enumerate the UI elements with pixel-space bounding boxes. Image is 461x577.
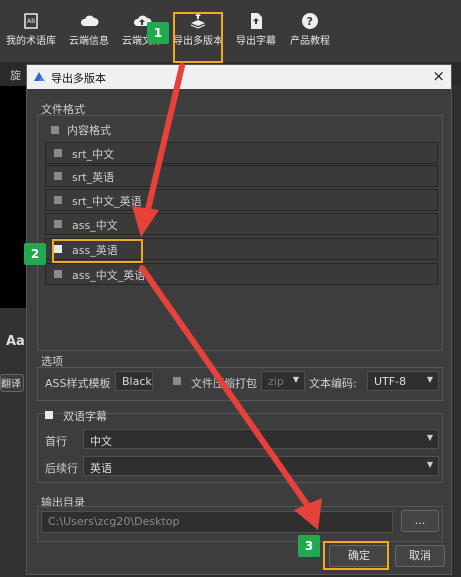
arrow-head-1 (132, 206, 159, 237)
step-badge-3: 3 (298, 535, 320, 557)
arrow-line-1 (142, 63, 185, 225)
step-badge-2: 2 (24, 243, 46, 265)
annotation-arrows (132, 63, 322, 530)
step-badge-1: 1 (147, 22, 169, 44)
arrow-line-2 (139, 265, 311, 509)
